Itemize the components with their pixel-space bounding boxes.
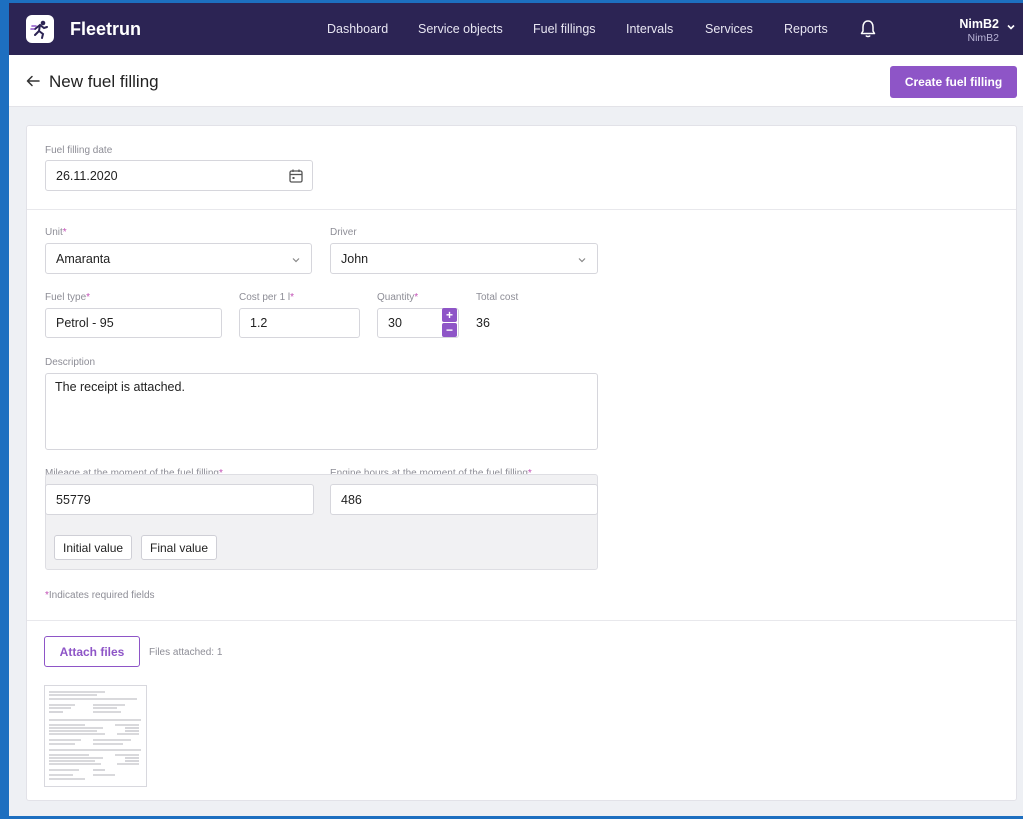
notifications-bell-icon[interactable]: [859, 19, 877, 39]
driver-select[interactable]: John: [330, 243, 598, 274]
page-title: New fuel filling: [49, 72, 159, 91]
top-navbar: Fleetrun Dashboard Service objects Fuel …: [9, 3, 1023, 55]
date-field[interactable]: 26.11.2020: [45, 160, 313, 191]
unit-label: Unit*: [45, 227, 67, 238]
mileage-input[interactable]: 55779: [45, 484, 314, 515]
date-label: Fuel filling date: [45, 145, 113, 156]
engine-hours-value: 486: [341, 492, 362, 507]
final-value-button[interactable]: Final value: [141, 535, 218, 560]
description-label: Description: [45, 357, 96, 368]
engine-hours-input[interactable]: 486: [330, 484, 598, 515]
quantity-increment-plus-icon[interactable]: +: [442, 308, 457, 322]
total-cost-label: Total cost: [476, 292, 519, 303]
page-header: New fuel filling Create fuel filling: [9, 55, 1023, 107]
date-value: 26.11.2020: [56, 168, 118, 183]
user-account: NimB2: [967, 32, 999, 44]
nav-service-objects[interactable]: Service objects: [418, 22, 503, 36]
cost-per-liter-label: Cost per 1 l*: [239, 292, 295, 303]
total-cost-value: 36: [476, 316, 490, 330]
nav-reports[interactable]: Reports: [784, 22, 828, 36]
fuel-filling-form: Fuel filling date 26.11.2020 Unit* Amara…: [26, 125, 1017, 801]
section-divider: [27, 209, 1016, 210]
attach-files-button[interactable]: Attach files: [44, 636, 140, 667]
fuel-type-value: Petrol - 95: [56, 316, 114, 330]
cost-per-liter-value: 1.2: [250, 316, 268, 330]
description-textarea[interactable]: The receipt is attached.: [45, 373, 598, 450]
user-name[interactable]: NimB2: [959, 17, 999, 31]
nav-services[interactable]: Services: [705, 22, 753, 36]
driver-value: John: [341, 251, 369, 266]
unit-select[interactable]: Amaranta: [45, 243, 312, 274]
chevron-down-icon: [578, 258, 586, 263]
cost-per-liter-input[interactable]: 1.2: [239, 308, 360, 338]
mileage-value: 55779: [56, 492, 91, 507]
nav-fuel-fillings[interactable]: Fuel fillings: [533, 22, 596, 36]
app-name[interactable]: Fleetrun: [70, 19, 141, 40]
required-fields-note: *Indicates required fields: [45, 590, 155, 601]
receipt-document-icon: [49, 691, 141, 780]
nav-intervals[interactable]: Intervals: [626, 22, 673, 36]
fleetrun-logo-icon[interactable]: [26, 15, 54, 43]
chevron-down-icon: [292, 258, 300, 263]
quantity-label: Quantity*: [377, 292, 419, 303]
nav-dashboard[interactable]: Dashboard: [327, 22, 388, 36]
app-window: Fleetrun Dashboard Service objects Fuel …: [9, 3, 1023, 816]
user-menu-chevron-down-icon[interactable]: [1005, 21, 1017, 33]
fuel-type-label: Fuel type*: [45, 292, 91, 303]
quantity-value: 30: [388, 316, 402, 330]
driver-label: Driver: [330, 227, 357, 238]
unit-value: Amaranta: [56, 251, 111, 266]
receipt-thumbnail[interactable]: [44, 685, 147, 787]
section-divider: [27, 620, 1016, 621]
back-arrow-icon[interactable]: [25, 73, 41, 89]
initial-value-button[interactable]: Initial value: [54, 535, 133, 560]
fuel-type-input[interactable]: Petrol - 95: [45, 308, 222, 338]
calendar-icon[interactable]: [288, 168, 304, 184]
quantity-decrement-minus-icon[interactable]: −: [442, 323, 457, 337]
create-fuel-filling-button[interactable]: Create fuel filling: [890, 66, 1017, 98]
files-attached-count: Files attached: 1: [149, 647, 223, 658]
